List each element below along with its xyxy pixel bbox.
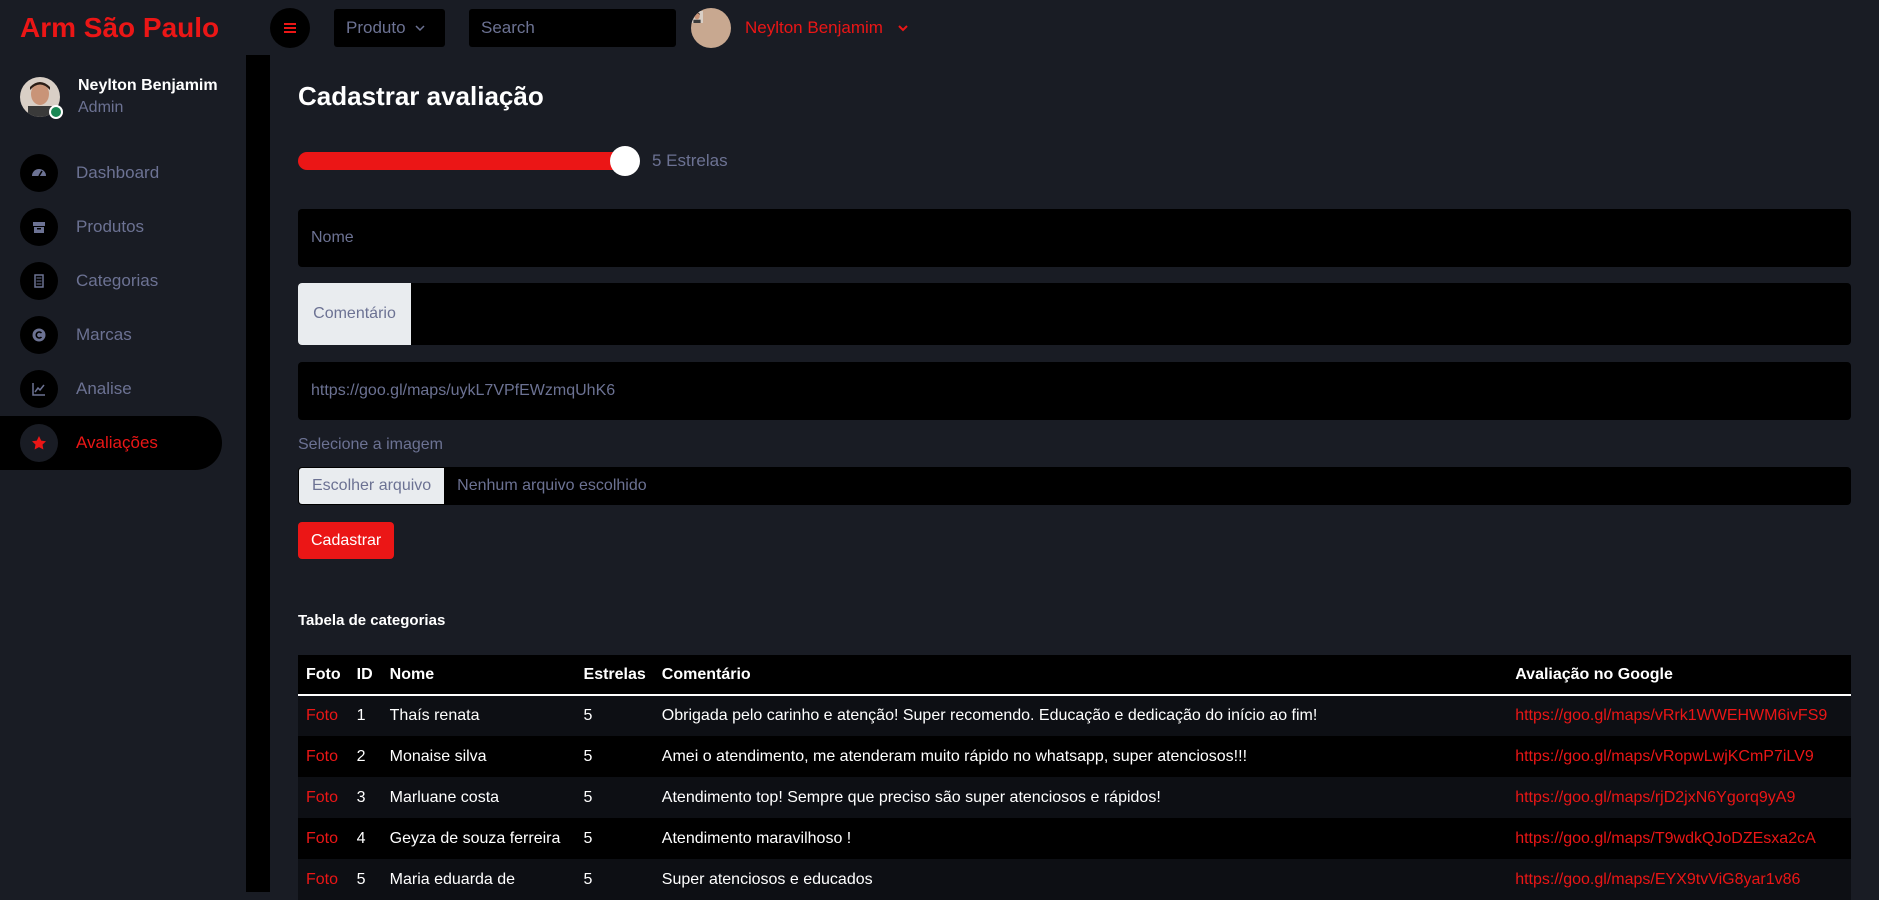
- sidebar-item-marcas[interactable]: Marcas: [0, 308, 222, 362]
- table-row: Foto 2 Monaise silva 5 Amei o atendiment…: [298, 736, 1851, 777]
- sidebar-item-produtos[interactable]: Produtos: [0, 200, 222, 254]
- sidebar-toggle-button[interactable]: [270, 8, 310, 48]
- file-input[interactable]: Escolher arquivo Nenhum arquivo escolhid…: [298, 467, 1851, 505]
- cell-name: Thaís renata: [381, 695, 576, 736]
- photo-link[interactable]: Foto: [298, 859, 349, 900]
- profile-role: Admin: [78, 99, 124, 116]
- cell-comment: Super atenciosos e educados: [653, 859, 1508, 900]
- column-header: Nome: [381, 655, 576, 696]
- comment-textarea[interactable]: Comentário: [298, 283, 1851, 345]
- cell-id: 4: [348, 818, 382, 859]
- sidebar-divider: [246, 55, 270, 892]
- sidebar-item-label: Dashboard: [76, 163, 160, 182]
- column-header: Estrelas: [575, 655, 654, 696]
- column-header: ID: [348, 655, 382, 696]
- page-title: Cadastrar avaliação: [298, 81, 544, 111]
- cell-id: 2: [348, 736, 382, 777]
- sidebar-item-label: Categorias: [76, 271, 159, 290]
- cell-name: Monaise silva: [381, 736, 576, 777]
- profile-name: Neylton Benjamim: [78, 77, 218, 94]
- chart-line-icon: [32, 383, 45, 396]
- google-link-placeholder: https://goo.gl/maps/uykL7VPfEWzmqUhK6: [311, 382, 616, 399]
- cell-comment: Atendimento maravilhoso !: [653, 818, 1508, 859]
- cell-name: Marluane costa: [381, 777, 576, 818]
- sidebar-item-label: Avaliações: [76, 433, 158, 452]
- avatar: [691, 8, 731, 48]
- photo-link[interactable]: Foto: [298, 736, 349, 777]
- sidebar-menu: Dashboard Produtos Categorias Marcas Ana…: [0, 146, 222, 470]
- table-header-row: Foto ID Nome Estrelas Comentário Avaliaç…: [298, 655, 1851, 696]
- sidebar-item-label: Analise: [76, 379, 132, 398]
- name-input[interactable]: Nome: [298, 209, 1851, 267]
- sidebar-item-label: Produtos: [76, 217, 145, 236]
- google-review-link[interactable]: https://goo.gl/maps/EYX9tvViG8yar1v86: [1507, 859, 1851, 900]
- cell-comment: Obrigada pelo carinho e atenção! Super r…: [653, 695, 1508, 736]
- file-status: Nenhum arquivo escolhido: [457, 477, 647, 494]
- photo-link[interactable]: Foto: [298, 818, 349, 859]
- cell-id: 3: [348, 777, 382, 818]
- cell-id: 1: [348, 695, 382, 736]
- comment-label: Comentário: [298, 283, 411, 345]
- user-name: Neylton Benjamim: [745, 18, 883, 37]
- google-review-link[interactable]: https://goo.gl/maps/vRrk1WWEHWM6ivFS9: [1507, 695, 1851, 736]
- table-row: Foto 4 Geyza de souza ferreira 5 Atendim…: [298, 818, 1851, 859]
- cell-stars: 5: [575, 695, 654, 736]
- online-status-dot: [49, 105, 63, 119]
- sidebar-item-dashboard[interactable]: Dashboard: [0, 146, 222, 200]
- rating-slider-thumb[interactable]: [610, 146, 640, 176]
- cell-name: Maria eduarda de: [381, 859, 576, 900]
- table-title: Tabela de categorias: [298, 612, 446, 629]
- google-link-input[interactable]: https://goo.gl/maps/uykL7VPfEWzmqUhK6: [298, 362, 1851, 420]
- google-review-link[interactable]: https://goo.gl/maps/rjD2jxN6Ygorq9yA9: [1507, 777, 1851, 818]
- produto-dropdown-label: Produto: [346, 18, 406, 37]
- submit-button[interactable]: Cadastrar: [298, 522, 395, 559]
- photo-link[interactable]: Foto: [298, 777, 349, 818]
- sidebar-item-label: Marcas: [76, 325, 132, 344]
- list-icon: [34, 274, 44, 288]
- sidebar: Neylton Benjamim Admin Dashboard Produto…: [0, 55, 246, 892]
- google-review-link[interactable]: https://goo.gl/maps/vRopwLwjKCmP7iLV9: [1507, 736, 1851, 777]
- google-review-link[interactable]: https://goo.gl/maps/T9wdkQJoDZEsxa2cA: [1507, 818, 1851, 859]
- column-header: Comentário: [653, 655, 1508, 696]
- table-row: Foto 1 Thaís renata 5 Obrigada pelo cari…: [298, 695, 1851, 736]
- star-icon: [32, 436, 46, 450]
- main-content: Cadastrar avaliação 5 Estrelas Nome Come…: [270, 55, 1879, 900]
- gauge-icon: [32, 169, 46, 177]
- photo-link[interactable]: Foto: [298, 695, 349, 736]
- rating-slider[interactable]: 5 Estrelas: [298, 146, 728, 176]
- choose-file-button[interactable]: Escolher arquivo: [299, 468, 445, 504]
- cell-id: 5: [348, 859, 382, 900]
- rating-slider-track[interactable]: [298, 146, 640, 176]
- cell-name: Geyza de souza ferreira: [381, 818, 576, 859]
- sidebar-profile: Neylton Benjamim Admin: [20, 77, 218, 119]
- avatar: [20, 77, 63, 119]
- brand-logo[interactable]: Arm São Paulo: [20, 12, 219, 44]
- sidebar-item-categorias[interactable]: Categorias: [0, 254, 222, 308]
- table-row: Foto 5 Maria eduarda de 5 Super atencios…: [298, 859, 1851, 900]
- sidebar-item-avaliacoes[interactable]: Avaliações: [0, 416, 222, 470]
- rating-label: 5 Estrelas: [652, 151, 728, 170]
- cell-comment: Atendimento top! Sempre que preciso são …: [653, 777, 1508, 818]
- reviews-table: Foto ID Nome Estrelas Comentário Avaliaç…: [298, 655, 1851, 900]
- column-header: Avaliação no Google: [1507, 655, 1851, 696]
- cell-stars: 5: [575, 859, 654, 900]
- cell-stars: 5: [575, 818, 654, 859]
- name-placeholder: Nome: [311, 229, 354, 246]
- top-navbar: Arm São Paulo Produto Neylton Benjamim: [0, 0, 1879, 55]
- cell-comment: Amei o atendimento, me atenderam muito r…: [653, 736, 1508, 777]
- column-header: Foto: [298, 655, 349, 696]
- chevron-down-icon: [898, 25, 908, 32]
- table-row: Foto 3 Marluane costa 5 Atendimento top!…: [298, 777, 1851, 818]
- box-icon: [33, 222, 45, 233]
- sidebar-item-analise[interactable]: Analise: [0, 362, 222, 416]
- search-input[interactable]: [469, 9, 676, 47]
- hamburger-icon: [284, 23, 296, 33]
- user-menu[interactable]: Neylton Benjamim: [691, 6, 909, 50]
- chevron-down-icon: [415, 25, 425, 32]
- cell-stars: 5: [575, 736, 654, 777]
- cell-stars: 5: [575, 777, 654, 818]
- produto-dropdown[interactable]: Produto: [334, 9, 445, 47]
- image-label: Selecione a imagem: [298, 436, 443, 453]
- copyright-icon: [32, 328, 46, 342]
